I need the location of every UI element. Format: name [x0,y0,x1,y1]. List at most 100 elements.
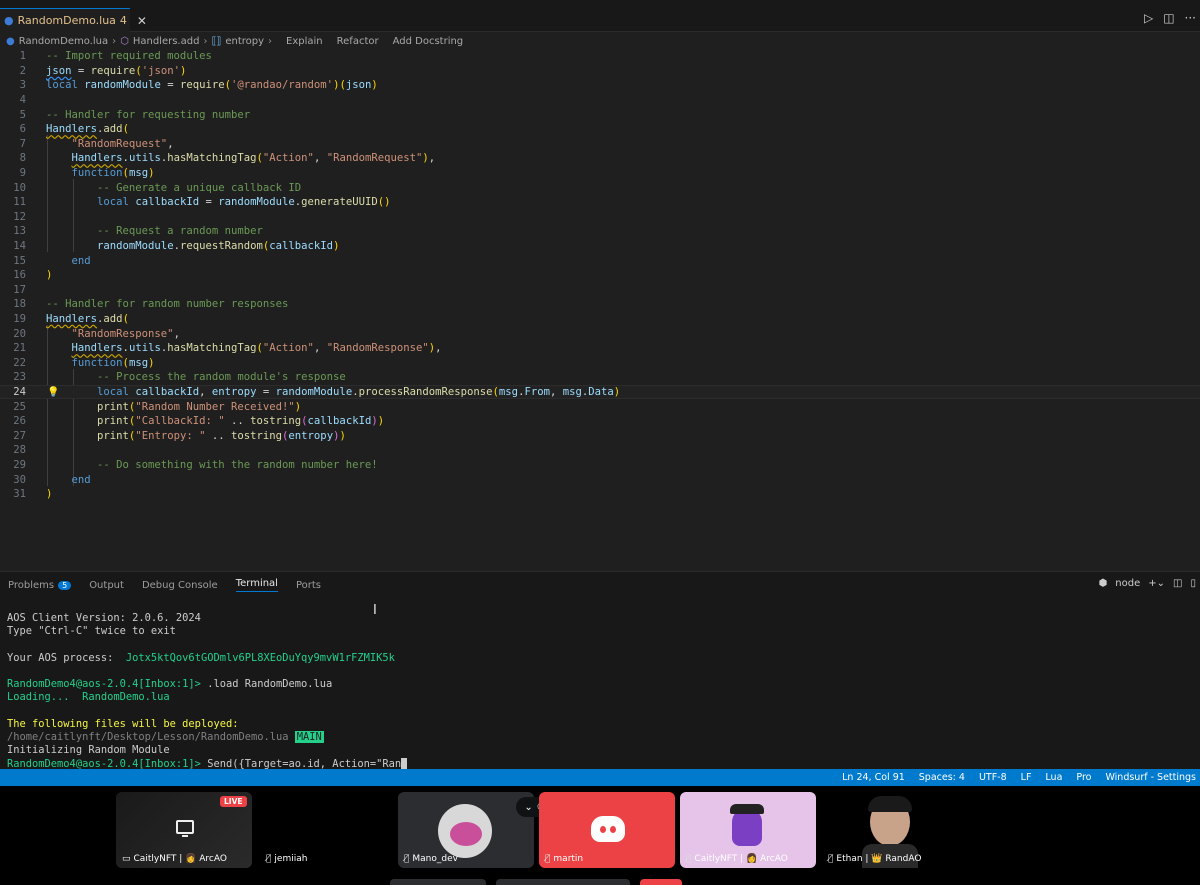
code-text: json = require('json') [46,64,187,77]
code-line[interactable]: 20 "RandomResponse", [0,326,1200,341]
explain-action[interactable]: Explain [286,36,323,47]
terminal-line: Loading... RandomDemo.lua [7,691,170,704]
cursor-position[interactable]: Ln 24, Col 91 [842,772,905,783]
code-line[interactable]: 19 Handlers.add( [0,312,1200,327]
code-line[interactable]: 30 end [0,472,1200,487]
code-line[interactable]: 4 [0,93,1200,108]
tab-randomdemo[interactable]: ● RandomDemo.lua 4 ✕ [0,8,147,32]
add-docstring-action[interactable]: Add Docstring [393,36,464,47]
code-line[interactable]: 26 print("CallbackId: " .. tostring(call… [0,414,1200,429]
pro-label[interactable]: Pro [1076,772,1091,783]
participant-name-text: Ethan | 👑 RandAO [836,854,922,864]
code-line[interactable]: 7 "RandomRequest", [0,137,1200,152]
line-number: 27 [13,429,26,442]
code-text: local callbackId, entropy = randomModule… [97,386,621,399]
run-icon[interactable]: ▷ [1144,11,1153,25]
end-of-line[interactable]: LF [1021,772,1032,783]
split-editor-icon[interactable]: ◫ [1163,11,1174,25]
refactor-action[interactable]: Refactor [337,36,379,47]
code-editor[interactable]: 1 -- Import required modules 2 json = requi… [0,48,1200,570]
code-line[interactable]: 6 Handlers.add( [0,122,1200,137]
line-number: 12 [13,210,26,223]
code-line[interactable]: 29 -- Do something with the random numbe… [0,458,1200,473]
code-line[interactable]: 28 [0,443,1200,458]
line-number: 9 [19,167,26,180]
close-icon[interactable]: ✕ [137,14,147,28]
tab-problems[interactable]: Problems 5 [8,580,72,591]
line-number: 19 [13,313,26,326]
participant-tile-jemiiah[interactable]: 🎙̸ jemiiah [260,792,390,868]
chevron-right-icon: › [203,36,208,47]
more-actions-icon[interactable]: ··· [1185,11,1196,25]
breadcrumb-symbol-entropy[interactable]: entropy [225,36,264,47]
participant-tile-caitly[interactable]: 🎙̸ CaitlyNFT | 👩 ArcAO [680,792,816,868]
language-mode[interactable]: Lua [1045,772,1062,783]
panel-tabs: Problems 5 Output Debug Console Terminal… [0,572,1200,598]
mic-muted-icon: 🎙̸ [828,854,834,864]
chevron-down-icon[interactable]: ⌄ [524,802,532,813]
code-text: end [71,473,91,486]
code-line[interactable]: 25 print("Random Number Received!") [0,399,1200,414]
mic-muted-icon: 🎙̸ [545,854,551,864]
method-icon: ⬡ [120,36,129,47]
terminal-line: The following files will be deployed: [7,717,239,730]
participant-tile-ethan[interactable]: 🎙̸ Ethan | 👑 RandAO [822,792,958,868]
code-line[interactable]: 18 -- Handler for random number responses [0,297,1200,312]
lightbulb-icon[interactable]: 💡 [47,387,59,398]
windsurf-settings[interactable]: Windsurf - Settings [1105,772,1196,783]
code-text: print("Entropy: " .. tostring(entropy)) [97,429,346,442]
line-number: 4 [19,94,26,107]
participant-tile-mano[interactable]: 🎙̸ Mano_dev [398,792,534,868]
add-terminal-icon[interactable]: +⌄ [1148,578,1165,589]
tab-debug-console[interactable]: Debug Console [142,580,218,591]
code-line[interactable]: 16) [0,268,1200,283]
send-command: Send({Target=ao.id, Action="Ran [200,757,402,770]
trash-icon[interactable]: ▯ [1190,578,1196,589]
code-line[interactable]: 21 Handlers.utils.hasMatchingTag("Action… [0,341,1200,356]
tab-output[interactable]: Output [89,580,124,591]
code-line[interactable]: 9 function(msg) [0,166,1200,181]
code-line[interactable]: 11 local callbackId = randomModule.gener… [0,195,1200,210]
code-line[interactable]: 8 Handlers.utils.hasMatchingTag("Action"… [0,151,1200,166]
code-line[interactable]: 5 -- Handler for requesting number [0,107,1200,122]
line-number: 8 [19,152,26,165]
loading-label: Loading... [7,691,70,704]
chevron-right-icon: › [268,36,273,47]
code-line[interactable]: 27 print("Entropy: " .. tostring(entropy… [0,429,1200,444]
lua-file-icon: ● [6,36,15,47]
code-line[interactable]: 10 -- Generate a unique callback ID [0,180,1200,195]
code-line[interactable]: 15 end [0,253,1200,268]
code-line[interactable]: 24 local callbackId, entropy = randomMod… [0,384,1200,400]
code-line[interactable]: 31) [0,487,1200,502]
terminal-line: RandomDemo4@aos-2.0.4[Inbox:1]> .load Ra… [7,678,332,691]
code-line[interactable]: 12 [0,210,1200,225]
line-number: 30 [13,473,26,486]
split-terminal-icon[interactable]: ◫ [1173,578,1182,589]
editor-tab-bar: ● RandomDemo.lua 4 ✕ ▷ ◫ ··· [0,8,1200,32]
process-label: Your AOS process: [7,652,114,664]
breadcrumb-file[interactable]: RandomDemo.lua [19,36,108,47]
code-line[interactable]: 14 randomModule.requestRandom(callbackId… [0,239,1200,254]
line-number: 18 [13,298,26,311]
shell-name[interactable]: node [1115,578,1140,589]
code-line[interactable]: 3 local randomModule = require('@randao/r… [0,78,1200,93]
tab-terminal[interactable]: Terminal [235,578,278,592]
breadcrumb-symbol-handlers[interactable]: Handlers.add [133,36,200,47]
indentation[interactable]: Spaces: 4 [919,772,965,783]
tab-ports[interactable]: Ports [296,580,321,591]
line-number: 5 [19,108,26,121]
code-line[interactable]: 23 -- Process the random module's respon… [0,370,1200,385]
load-command: .load RandomDemo.lua [200,678,333,690]
participant-tile-martin[interactable]: 🎙̸ martin [539,792,675,868]
bottom-panel: Problems 5 Output Debug Console Terminal… [0,571,1200,770]
code-line[interactable]: 1 -- Import required modules [0,49,1200,64]
avatar-cap [730,804,764,814]
code-line[interactable]: 17 [0,283,1200,298]
live-badge: LIVE [220,796,247,807]
code-line[interactable]: 13 -- Request a random number [0,224,1200,239]
line-number: 22 [13,356,26,369]
code-line[interactable]: 2 json = require('json') [0,64,1200,79]
line-number: 28 [13,444,26,457]
encoding[interactable]: UTF-8 [979,772,1007,783]
code-line[interactable]: 22 function(msg) [0,356,1200,371]
